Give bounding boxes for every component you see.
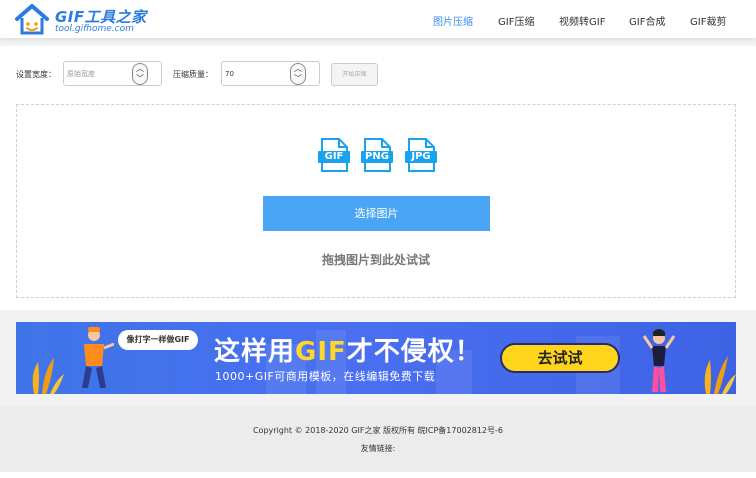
width-input[interactable] [67,66,129,82]
leaf-plant-icon [704,356,736,394]
site-logo[interactable]: GIF工具之家 tool.gifhome.com [14,3,154,37]
nav-item-video-to-gif[interactable]: 视频转GIF [559,13,605,28]
compress-settings: 设置宽度： ︿ ﹀ 压缩质量： ︿ ﹀ 开始压缩 [0,46,756,96]
quality-label: 压缩质量： [173,70,213,79]
width-input-box: ︿ ﹀ [63,61,162,86]
jpg-file-icon-label: JPG [405,151,437,163]
gif-file-icon-label: GIF [318,151,350,163]
header-divider-band [0,38,756,46]
person-figure-icon [82,327,114,388]
logo-subtitle: tool.gifhome.com [55,24,134,34]
house-logo-icon [15,4,49,35]
nav-item-gif-compress[interactable]: GIF压缩 [498,13,534,28]
png-file-icon-label: PNG [361,151,393,163]
chevron-down-icon[interactable]: ﹀ [133,74,147,84]
nav-item-image-compress[interactable]: 图片压缩 [433,13,473,28]
quality-input-box: ︿ ﹀ [221,61,320,86]
copyright-text: Copyright © 2018-2020 GIF之家 版权所有 皖ICP备17… [252,426,504,435]
width-stepper[interactable]: ︿ ﹀ [132,63,148,85]
banner-headline: 这样用GIF才不侵权！ [214,331,482,368]
quality-stepper[interactable]: ︿ ﹀ [290,63,306,85]
png-file-icon: PNG [361,138,393,172]
upload-dropzone[interactable]: GIF PNG JPG 选择图片 拖拽图片到此处试试 [16,104,736,298]
leaf-plant-icon [32,358,64,394]
gif-file-icon: GIF [318,138,350,172]
banner-headline-highlight: GIF [295,337,347,367]
quality-input[interactable] [225,66,287,82]
nav-item-gif-merge[interactable]: GIF合成 [629,13,665,28]
banner-bubble-text: 像打字一样做GIF [118,330,198,350]
site-footer: Copyright © 2018-2020 GIF之家 版权所有 皖ICP备17… [0,406,756,472]
banner-headline-post: 才不侵权！ [346,337,482,367]
try-it-button[interactable]: 去试试 [500,343,620,373]
width-label: 设置宽度： [16,70,56,79]
chevron-up-icon[interactable]: ︿ [133,64,147,74]
friend-links-label: 友情链接: [360,444,396,453]
banner-subline: 1000+GIF可商用模板，在线编辑免费下载 [215,370,436,383]
nav-item-gif-crop[interactable]: GIF裁剪 [690,13,726,28]
select-image-button[interactable]: 选择图片 [263,196,490,231]
site-header: GIF工具之家 tool.gifhome.com 图片压缩 GIF压缩 视频转G… [0,0,756,38]
jpg-file-icon: JPG [405,138,437,172]
page: GIF工具之家 tool.gifhome.com 图片压缩 GIF压缩 视频转G… [0,0,756,478]
chevron-down-icon[interactable]: ﹀ [291,74,305,84]
start-compress-button[interactable]: 开始压缩 [331,63,378,86]
drop-hint-text: 拖拽图片到此处试试 [321,253,430,267]
banner-headline-pre: 这样用 [214,337,296,367]
promo-banner[interactable]: 像打字一样做GIF 这样用GIF才不侵权！ 1000+GIF可商用模板，在线编辑… [16,322,736,394]
person-figure-icon [642,329,676,392]
chevron-up-icon[interactable]: ︿ [291,64,305,74]
